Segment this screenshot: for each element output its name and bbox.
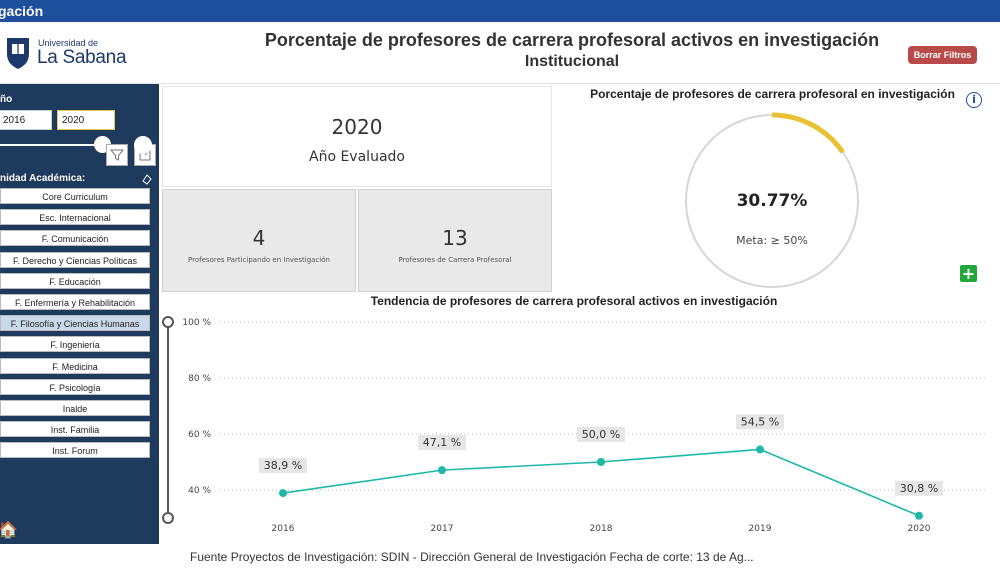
year-kpi-label: Año Evaluado [309,149,405,165]
career-kpi-value: 13 [442,226,468,250]
gauge-title: Porcentaje de profesores de carrera prof… [590,87,955,101]
clear-filters-button[interactable]: Borrar Filtros [908,46,977,64]
y-range-slider-bottom-handle [162,512,174,524]
page-title-line2: Institucional [524,53,620,70]
unit-item[interactable]: F. Comunicación [0,230,150,247]
trend-chart-title: Tendencia de profesores de carrera profe… [370,294,778,308]
data-point [279,489,287,498]
year-kpi-card: 2020 Año Evaluado [162,86,552,187]
data-label: 54,5 % [741,415,779,428]
source-footer: Fuente Proyectos de Investigación: SDIN … [190,550,754,564]
data-label: 47,1 % [423,436,461,449]
unit-item[interactable]: Inalde [0,400,150,416]
participating-kpi-label: Profesores Participando en Investigación [188,256,330,264]
info-icon[interactable]: i [966,92,982,108]
home-icon[interactable]: 🏠 [0,520,18,540]
unit-item[interactable]: F. Filosofía y Ciencias Humanas [0,315,150,332]
page-title: Porcentaje de profesores de carrera prof… [200,30,944,71]
career-kpi-card: 13 Profesores de Carrera Profesoral [358,189,552,292]
y-tick-label: 80 % [188,374,211,384]
data-point [597,458,605,466]
gauge-chart: 30.77% Meta: ≥ 50% [685,112,859,288]
unit-item[interactable]: F. Enfermería y Rehabilitación [0,294,150,310]
report-header: Universidad de La Sabana Porcentaje de p… [0,22,1000,84]
unit-item[interactable]: Esc. Internacional [0,209,150,226]
shield-icon [7,38,29,69]
data-point [756,445,764,454]
filters-sidebar: ño 2016 2020 nidad Académica: Core Curri… [0,84,159,544]
filter-icon[interactable] [106,144,128,166]
unit-item[interactable]: Core Curriculum [0,188,150,204]
year-filter-label: ño [0,94,13,105]
data-point [915,511,923,520]
x-tick-label: 2016 [272,524,295,534]
y-range-slider-top-handle [162,316,174,328]
add-icon[interactable]: + [960,265,977,282]
unit-item[interactable]: F. Derecho y Ciencias Políticas [0,251,150,268]
participating-kpi-value: 4 [252,226,266,250]
academic-unit-label: nidad Académica: [0,173,86,184]
unit-item[interactable]: Inst. Forum [0,442,150,459]
page-title-line1: Porcentaje de profesores de carrera prof… [264,30,880,50]
year-from-input[interactable]: 2016 [0,110,52,130]
y-tick-label: 60 % [188,430,211,440]
y-tick-label: 40 % [188,486,211,496]
trend-line-chart: 40 % 60 % 80 % 100 % 2016 2017 2018 2019 2020 3… [162,316,988,534]
unit-item[interactable]: F. Psicología [0,378,150,395]
x-tick-label: 2018 [590,524,613,534]
gauge-value-arc [771,112,845,154]
year-range-slider[interactable] [0,144,102,146]
data-point [438,466,446,475]
x-tick-label: 2017 [431,524,454,534]
app-title: gación [0,3,44,19]
x-tick-label: 2020 [908,524,931,534]
participating-kpi-card: 4 Profesores Participando en Investigaci… [162,189,356,292]
unit-item[interactable]: F. Ingeniería [0,336,150,353]
gauge-card: Porcentaje de profesores de carrera prof… [555,84,990,294]
year-kpi-value: 2020 [331,115,383,139]
expand-knob-icon [134,136,152,154]
y-tick-label: 100 % [182,318,211,328]
data-label: 50,0 % [582,428,620,441]
year-to-input[interactable]: 2020 [57,110,115,130]
data-label: 38,9 % [264,459,302,472]
unit-item[interactable]: Inst. Familia [0,421,150,438]
unit-item[interactable]: F. Educación [0,272,150,289]
unit-item[interactable]: F. Medicina [0,357,150,374]
x-tick-label: 2019 [749,524,772,534]
gauge-target-text: Meta: ≥ 50% [736,234,808,247]
eraser-icon[interactable] [141,172,153,185]
data-label: 30,8 % [900,482,938,495]
university-logo: Universidad de La Sabana [4,34,134,74]
logo-text-line2: La Sabana [37,47,127,68]
career-kpi-label: Profesores de Carrera Profesoral [398,256,512,264]
gauge-value-text: 30.77% [737,191,808,211]
app-title-bar: gación [0,0,1000,22]
